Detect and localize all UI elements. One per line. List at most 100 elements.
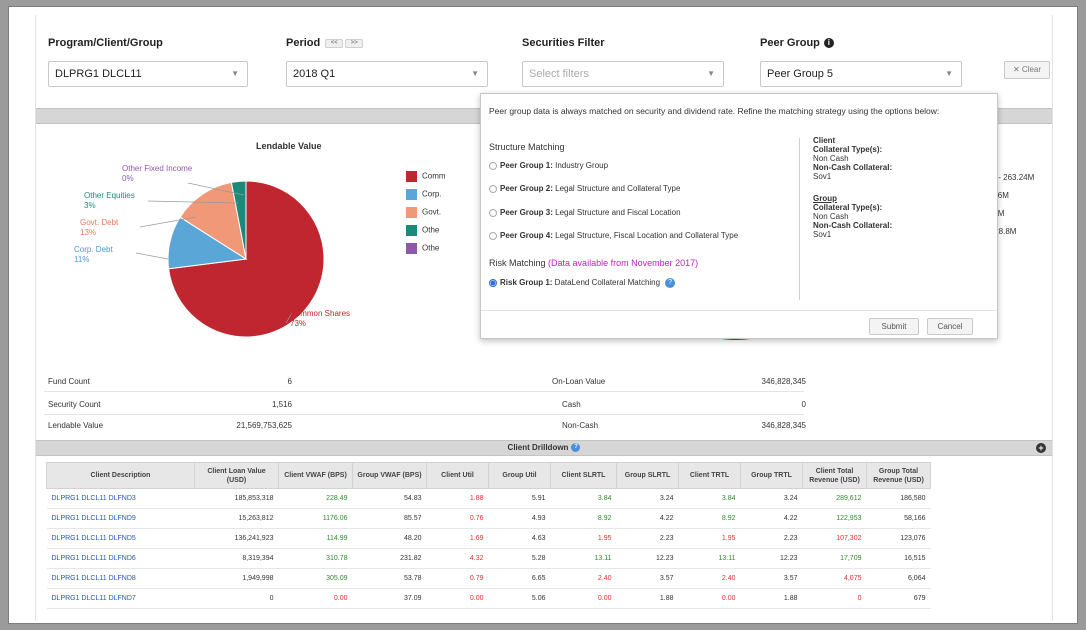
pie-label-corp-debt: Corp. Debt 11% bbox=[74, 245, 113, 265]
column-header[interactable]: Client TRTL bbox=[678, 462, 741, 489]
option-text: Industry Group bbox=[552, 161, 609, 170]
legend-swatch bbox=[406, 189, 417, 200]
option-peer-group-2[interactable]: Peer Group 2: Legal Structure and Collat… bbox=[489, 184, 680, 193]
column-header[interactable]: Client Description bbox=[46, 462, 195, 489]
table-cell: 3.24 bbox=[616, 488, 679, 509]
client-link[interactable]: DLPRG1 DLCL11 DLFND9 bbox=[46, 508, 195, 529]
option-risk-group-1[interactable]: Risk Group 1: DataLend Collateral Matchi… bbox=[489, 278, 676, 288]
table-row: DLPRG1 DLCL11 DLFND6 8,319,394 310.78 231.8… bbox=[46, 548, 931, 569]
cancel-button[interactable]: Cancel bbox=[927, 318, 973, 335]
pie-label-pct: 0% bbox=[122, 174, 134, 183]
column-header[interactable]: Client SLRTL bbox=[550, 462, 617, 489]
column-header[interactable]: Client Total Revenue (USD) bbox=[802, 462, 867, 489]
column-header[interactable]: Client Loan Value (USD) bbox=[194, 462, 279, 489]
peer-select[interactable]: Peer Group 5 ▼ bbox=[760, 61, 962, 87]
table-cell: 8.92 bbox=[678, 508, 741, 529]
period-label-text: Period bbox=[286, 37, 321, 49]
radio-icon[interactable] bbox=[489, 161, 497, 170]
group-coll-value: Non Cash bbox=[813, 212, 849, 221]
table-cell: 0.00 bbox=[678, 588, 741, 609]
client-link[interactable]: DLPRG1 DLCL11 DLFND8 bbox=[46, 568, 195, 589]
table-cell: 4.93 bbox=[488, 508, 551, 529]
help-icon[interactable]: ? bbox=[665, 278, 676, 288]
program-value: DLPRG1 DLCL11 bbox=[55, 68, 142, 80]
column-header[interactable]: Client Util bbox=[426, 462, 489, 489]
column-header[interactable]: Group VWAF (BPS) bbox=[352, 462, 427, 489]
info-icon[interactable]: i bbox=[823, 38, 834, 49]
pie-label-govt-debt: Govt. Debt 13% bbox=[80, 218, 118, 238]
table-cell: 228.49 bbox=[278, 488, 353, 509]
noncash-label: Non-Cash bbox=[562, 421, 599, 430]
table-cell: 3.24 bbox=[740, 488, 803, 509]
table-cell: 53.78 bbox=[352, 568, 427, 589]
table-cell: 0.00 bbox=[278, 588, 353, 609]
table-cell: 1.88 bbox=[740, 588, 803, 609]
period-next-button[interactable]: >> bbox=[345, 38, 364, 48]
table-cell: 0.00 bbox=[550, 588, 617, 609]
risk-availability: (Data available from November 2017) bbox=[548, 258, 699, 268]
period-select[interactable]: 2018 Q1 ▼ bbox=[286, 61, 488, 87]
pie-label-pct: 11% bbox=[74, 255, 90, 264]
pie-label-name: Corp. Debt bbox=[74, 245, 113, 254]
submit-button[interactable]: Submit bbox=[869, 318, 919, 335]
table-cell: 15,263,812 bbox=[194, 508, 279, 529]
table-cell: 310.78 bbox=[278, 548, 353, 569]
legend-item: Othe bbox=[406, 243, 439, 254]
column-header[interactable]: Group Total Revenue (USD) bbox=[866, 462, 931, 489]
fund-count-value: 6 bbox=[287, 377, 292, 386]
table-cell: 3.57 bbox=[616, 568, 679, 589]
table-cell: 1.88 bbox=[616, 588, 679, 609]
table-cell: 5.91 bbox=[488, 488, 551, 509]
chevron-down-icon: ▼ bbox=[231, 69, 239, 78]
radio-selected-icon[interactable] bbox=[489, 279, 497, 287]
column-header[interactable]: Group TRTL bbox=[740, 462, 803, 489]
table-cell: 679 bbox=[866, 588, 931, 609]
legend-label: Othe bbox=[422, 225, 440, 235]
legend-label: Corp. bbox=[422, 189, 442, 199]
legend-swatch bbox=[406, 225, 417, 236]
table-cell: 4.32 bbox=[426, 548, 489, 569]
divider bbox=[799, 138, 800, 300]
table-cell: 305.09 bbox=[278, 568, 353, 589]
column-header[interactable]: Group SLRTL bbox=[616, 462, 679, 489]
option-bold: Peer Group 1: bbox=[500, 161, 553, 170]
table-cell: 16,515 bbox=[866, 548, 931, 569]
table-cell: 8.92 bbox=[550, 508, 617, 529]
clear-button[interactable]: ✕ Clear bbox=[1004, 61, 1050, 79]
table-cell: 0 bbox=[194, 588, 279, 609]
option-text: Legal Structure and Fiscal Location bbox=[552, 208, 681, 217]
client-link[interactable]: DLPRG1 DLCL11 DLFND3 bbox=[46, 488, 195, 509]
column-header[interactable]: Group Util bbox=[488, 462, 551, 489]
table-cell: 1176.06 bbox=[278, 508, 353, 529]
pie-label-name: Govt. Debt bbox=[80, 218, 119, 227]
option-peer-group-3[interactable]: Peer Group 3: Legal Structure and Fiscal… bbox=[489, 208, 681, 217]
option-peer-group-4[interactable]: Peer Group 4: Legal Structure, Fiscal Lo… bbox=[489, 231, 738, 240]
client-collateral-info: Client Collateral Type(s): Non Cash Non-… bbox=[813, 136, 892, 181]
securities-label: Securities Filter bbox=[522, 37, 605, 49]
peer-label-text: Peer Group bbox=[760, 37, 820, 49]
option-peer-group-1[interactable]: Peer Group 1: Industry Group bbox=[489, 161, 608, 170]
pie-label-name: Other Fixed Income bbox=[122, 164, 193, 173]
column-header[interactable]: Client VWAF (BPS) bbox=[278, 462, 353, 489]
table-cell: 122,953 bbox=[802, 508, 867, 529]
table-cell: 0 bbox=[802, 588, 867, 609]
period-prev-button[interactable]: << bbox=[325, 38, 344, 48]
client-link[interactable]: DLPRG1 DLCL11 DLFND7 bbox=[46, 588, 195, 609]
radio-icon[interactable] bbox=[489, 208, 497, 217]
group-heading: Group bbox=[813, 194, 837, 203]
client-link[interactable]: DLPRG1 DLCL11 DLFND5 bbox=[46, 528, 195, 549]
securities-select[interactable]: Select filters ▼ bbox=[522, 61, 724, 87]
table-cell: 186,580 bbox=[866, 488, 931, 509]
table-cell: 54.83 bbox=[352, 488, 427, 509]
expand-icon[interactable]: + bbox=[1036, 443, 1046, 453]
help-icon[interactable]: ? bbox=[571, 443, 581, 453]
table-header-row: Client Description Client Loan Value (USD… bbox=[46, 462, 931, 489]
radio-icon[interactable] bbox=[489, 231, 497, 240]
client-link[interactable]: DLPRG1 DLCL11 DLFND6 bbox=[46, 548, 195, 569]
legend-swatch bbox=[406, 243, 417, 254]
lendable-pie-chart bbox=[135, 180, 325, 338]
program-select[interactable]: DLPRG1 DLCL11 ▼ bbox=[48, 61, 248, 87]
radio-icon[interactable] bbox=[489, 184, 497, 193]
table-cell: 107,302 bbox=[802, 528, 867, 549]
table-cell: 12.23 bbox=[616, 548, 679, 569]
